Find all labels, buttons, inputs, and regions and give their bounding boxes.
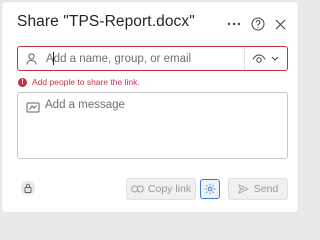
people-input[interactable] (46, 52, 246, 65)
link-icon (131, 185, 144, 193)
message-icon (26, 101, 40, 113)
text-caret (53, 52, 54, 65)
send-label: Send (253, 183, 279, 195)
error-message: Add people to share the link. (32, 77, 140, 87)
help-icon[interactable] (250, 16, 266, 32)
send-icon (237, 184, 249, 194)
eye-icon (252, 53, 266, 63)
permission-divider (244, 47, 245, 70)
permission-dropdown[interactable] (252, 51, 284, 66)
validation-error: ! Add people to share the link. (18, 77, 140, 87)
copy-link-label: Copy link (147, 183, 192, 195)
share-dialog: Share "TPS-Report.docx" ! Add people to … (1, 1, 299, 213)
more-options-icon[interactable] (226, 16, 242, 32)
copy-link-button[interactable]: Copy link (126, 178, 196, 200)
message-field[interactable]: Add a message (17, 92, 288, 159)
error-icon: ! (18, 77, 27, 87)
send-button[interactable]: Send (228, 178, 288, 200)
link-settings-button[interactable] (200, 179, 220, 199)
close-icon[interactable] (272, 16, 288, 32)
message-placeholder: Add a message (45, 99, 125, 111)
gear-icon (204, 183, 216, 195)
person-icon (24, 52, 38, 66)
lock-icon[interactable] (21, 181, 35, 195)
dialog-title: Share "TPS-Report.docx" (17, 13, 195, 30)
people-picker[interactable] (17, 46, 288, 71)
chevron-down-icon (271, 56, 279, 61)
